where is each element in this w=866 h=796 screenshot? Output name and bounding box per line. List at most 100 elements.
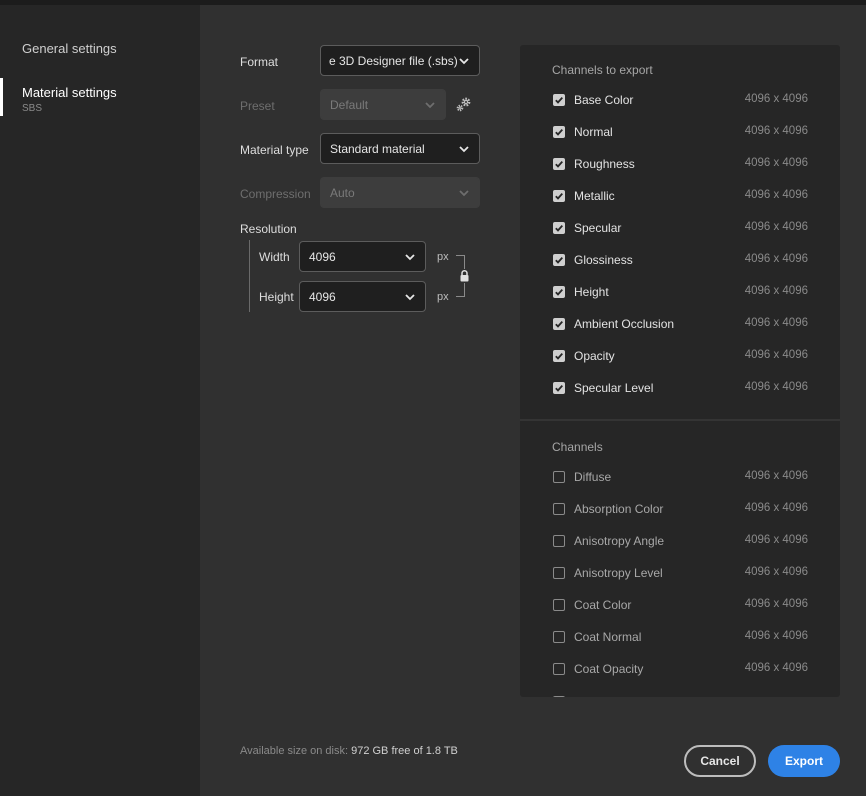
- checkbox-checked[interactable]: [553, 190, 565, 202]
- disk-space-label: Available size on disk:: [240, 745, 349, 757]
- height-unit: px: [437, 291, 449, 303]
- chevron-down-icon: [459, 146, 469, 153]
- width-dropdown[interactable]: 4096: [299, 241, 426, 272]
- width-label: Width: [259, 250, 290, 264]
- channel-row[interactable]: Normal 4096 x 4096: [552, 123, 812, 143]
- channel-size: 4096 x 4096: [744, 566, 808, 578]
- channel-size: 4096 x 4096: [744, 470, 808, 482]
- format-label: Format: [240, 55, 279, 69]
- nav-general-settings[interactable]: General settings: [0, 41, 200, 56]
- checkbox-checked[interactable]: [553, 94, 565, 106]
- material-type-label: Material type: [240, 143, 309, 157]
- channel-name: Diffuse: [574, 470, 612, 484]
- channel-row[interactable]: Opacity 4096 x 4096: [552, 347, 812, 367]
- channels-divider: [520, 419, 840, 421]
- nav-material-settings-subtitle: SBS: [22, 103, 43, 114]
- height-value: 4096: [309, 289, 336, 304]
- export-button[interactable]: Export: [768, 745, 840, 777]
- channel-row[interactable]: Diffuse 4096 x 4096: [552, 468, 812, 488]
- checkbox[interactable]: [553, 535, 565, 547]
- checkbox-checked[interactable]: [553, 158, 565, 170]
- compression-label: Compression: [240, 187, 311, 201]
- channels-title: Channels: [552, 440, 603, 454]
- nav-general-settings-label: General settings: [22, 41, 117, 56]
- checkmark-icon: [555, 96, 563, 104]
- disk-space-value: 972 GB free of 1.8 TB: [351, 745, 458, 757]
- checkmark-icon: [555, 192, 563, 200]
- main-content: Format e 3D Designer file (.sbs) Preset …: [200, 5, 866, 796]
- resolution-group-line: [249, 240, 250, 312]
- channel-size: 4096 x 4096: [744, 598, 808, 610]
- channel-row[interactable]: Ambient Occlusion 4096 x 4096: [552, 315, 812, 335]
- channel-name: Anisotropy Angle: [574, 534, 665, 548]
- channel-row[interactable]: Anisotropy Level 4096 x 4096: [552, 564, 812, 584]
- checkbox[interactable]: [553, 471, 565, 483]
- checkmark-icon: [555, 352, 563, 360]
- chevron-down-icon: [459, 58, 469, 65]
- channel-size: 4096 x 4096: [744, 630, 808, 642]
- checkmark-icon: [555, 384, 563, 392]
- channel-row[interactable]: Specular Level 4096 x 4096: [552, 379, 812, 399]
- checkmark-icon: [555, 288, 563, 296]
- channel-row[interactable]: Anisotropy Angle 4096 x 4096: [552, 532, 812, 552]
- cancel-button[interactable]: Cancel: [684, 745, 756, 777]
- channel-row[interactable]: Coat Color 4096 x 4096: [552, 596, 812, 616]
- checkmark-icon: [555, 128, 563, 136]
- channel-size: 4096 x 4096: [744, 317, 808, 329]
- preset-dropdown: Default: [320, 89, 446, 120]
- checkbox-checked[interactable]: [553, 350, 565, 362]
- settings-sidebar: General settings Material settings SBS: [0, 5, 200, 796]
- checkbox[interactable]: [553, 663, 565, 675]
- partial-channel-row[interactable]: [552, 693, 812, 697]
- channel-size: 4096 x 4096: [744, 381, 808, 393]
- channel-row[interactable]: Base Color 4096 x 4096: [552, 91, 812, 111]
- checkbox[interactable]: [553, 599, 565, 611]
- channel-name: Normal: [574, 125, 613, 139]
- channel-size: 4096 x 4096: [744, 662, 808, 674]
- checkbox[interactable]: [553, 567, 565, 579]
- checkbox-checked[interactable]: [553, 222, 565, 234]
- channel-name: Coat Color: [574, 598, 632, 612]
- checkbox-checked[interactable]: [553, 286, 565, 298]
- format-dropdown[interactable]: e 3D Designer file (.sbs): [320, 45, 480, 76]
- nav-material-settings[interactable]: Material settings SBS: [0, 78, 200, 116]
- checkbox[interactable]: [553, 503, 565, 515]
- format-value: e 3D Designer file (.sbs): [329, 53, 458, 68]
- channel-row[interactable]: Roughness 4096 x 4096: [552, 155, 812, 175]
- checkbox-checked[interactable]: [553, 126, 565, 138]
- height-dropdown[interactable]: 4096: [299, 281, 426, 312]
- checkbox[interactable]: [553, 631, 565, 643]
- channel-row[interactable]: Height 4096 x 4096: [552, 283, 812, 303]
- lock-icon[interactable]: [458, 269, 471, 283]
- channel-size: 4096 x 4096: [744, 534, 808, 546]
- channel-row[interactable]: Glossiness 4096 x 4096: [552, 251, 812, 271]
- channels-panel[interactable]: Channels to export Base Color 4096 x 4096…: [520, 45, 840, 697]
- channel-size: 4096 x 4096: [744, 157, 808, 169]
- channel-row[interactable]: Coat Opacity 4096 x 4096: [552, 660, 812, 680]
- preset-settings-gear-icon[interactable]: [454, 94, 474, 114]
- channel-name: Metallic: [574, 189, 615, 203]
- channel-name: Ambient Occlusion: [574, 317, 675, 331]
- channel-row[interactable]: Coat Normal 4096 x 4096: [552, 628, 812, 648]
- checkbox[interactable]: [553, 696, 565, 697]
- channel-name: Glossiness: [574, 253, 633, 267]
- chevron-down-icon: [405, 294, 415, 301]
- compression-value: Auto: [330, 185, 355, 200]
- preset-value: Default: [330, 97, 369, 112]
- channel-row[interactable]: Metallic 4096 x 4096: [552, 187, 812, 207]
- channel-name: Opacity: [574, 349, 615, 363]
- channel-row[interactable]: Specular 4096 x 4096: [552, 219, 812, 239]
- channel-name: Specular: [574, 221, 622, 235]
- channel-row[interactable]: Absorption Color 4096 x 4096: [552, 500, 812, 520]
- checkmark-icon: [555, 224, 563, 232]
- channel-name: Specular Level: [574, 381, 654, 395]
- height-label: Height: [259, 290, 294, 304]
- checkbox-checked[interactable]: [553, 382, 565, 394]
- channel-size: 4096 x 4096: [744, 221, 808, 233]
- material-type-dropdown[interactable]: Standard material: [320, 133, 480, 164]
- channel-size: 4096 x 4096: [744, 253, 808, 265]
- checkbox-checked[interactable]: [553, 254, 565, 266]
- checkbox-checked[interactable]: [553, 318, 565, 330]
- channel-size: 4096 x 4096: [744, 93, 808, 105]
- nav-material-settings-label: Material settings: [22, 85, 117, 100]
